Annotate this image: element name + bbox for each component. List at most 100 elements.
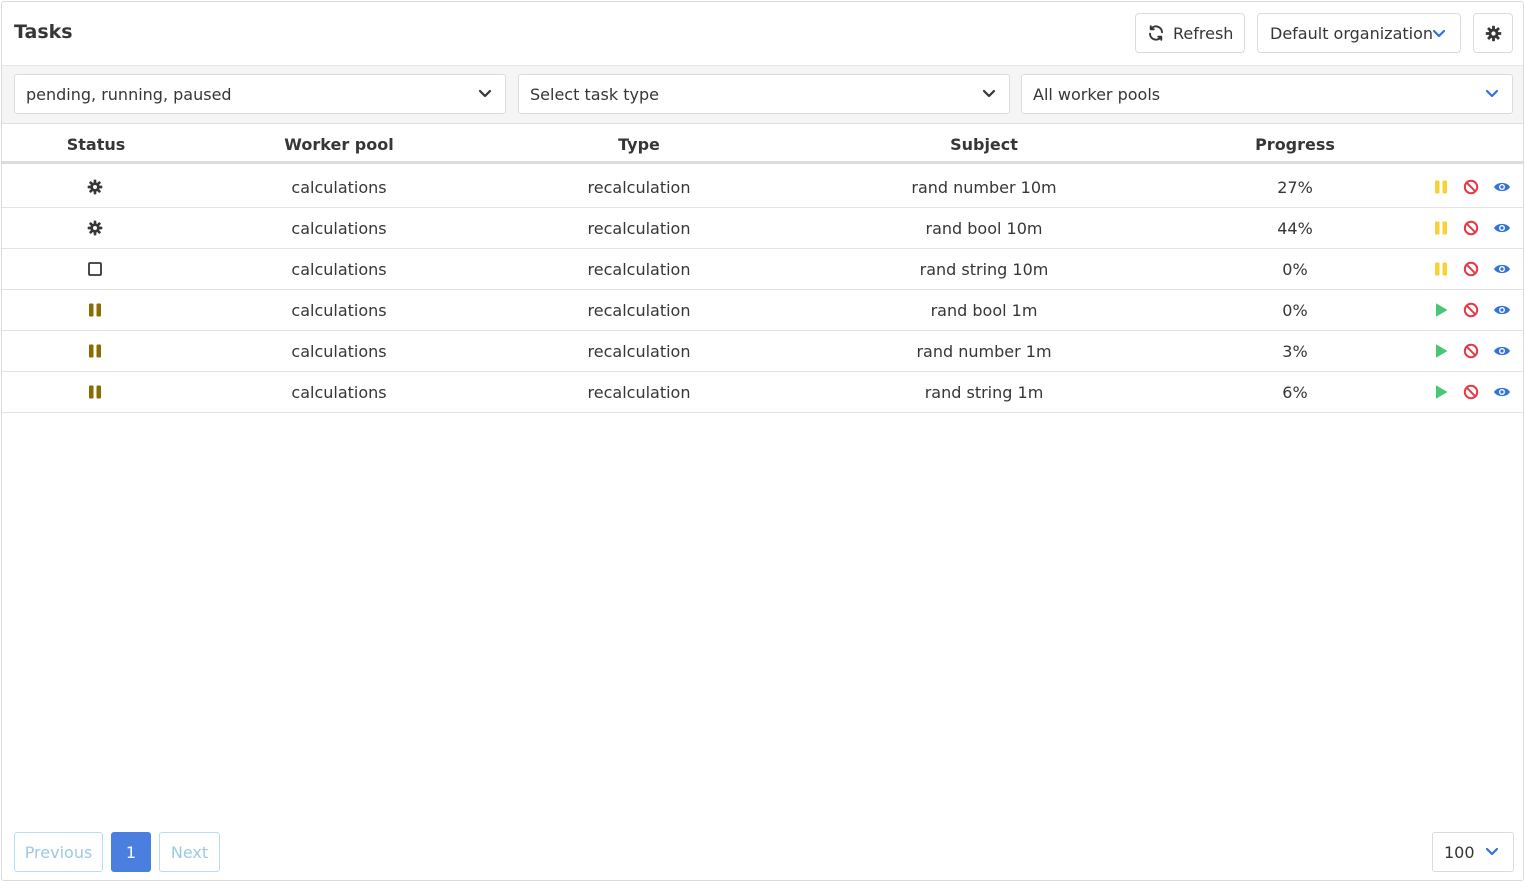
worker-pool-cell: calculations [291, 178, 387, 197]
next-page-label: Next [170, 842, 209, 862]
subject-cell: rand bool 1m [930, 301, 1038, 320]
cancel-button[interactable] [1463, 261, 1479, 277]
type-cell: recalculation [587, 219, 691, 238]
pause-button[interactable] [1433, 179, 1449, 195]
type-cell: recalculation [587, 178, 691, 197]
pause-icon [1435, 180, 1447, 194]
type-cell: recalculation [587, 342, 691, 361]
current-page-label: 1 [125, 842, 137, 862]
subject-cell: rand string 1m [924, 383, 1044, 402]
type-cell: recalculation [587, 301, 691, 320]
organization-label: Default organization [1270, 23, 1434, 43]
table-row: calculations recalculation rand string 1m 6… [2, 372, 1523, 413]
eye-icon [1494, 264, 1510, 274]
subject-cell: rand number 1m [916, 342, 1052, 361]
status-pause-icon [87, 343, 103, 359]
table-row: calculations recalculation rand string 10m… [2, 249, 1523, 290]
ban-icon [1463, 384, 1479, 400]
subject-cell: rand number 10m [911, 178, 1057, 197]
chevron-down-icon [1485, 847, 1499, 856]
previous-page-button[interactable]: Previous [14, 832, 103, 872]
chevron-down-icon [478, 89, 492, 98]
status-filter-value: pending, running, paused [26, 84, 232, 104]
pause-icon [1435, 262, 1447, 276]
per-page-value: 100 [1444, 842, 1475, 862]
play-icon [1436, 385, 1448, 399]
pause-button[interactable] [1433, 220, 1449, 236]
view-button[interactable] [1493, 384, 1510, 400]
column-header-type[interactable]: Type [618, 135, 660, 154]
table-row: calculations recalculation rand number 10m… [2, 167, 1523, 208]
worker-pool-select[interactable]: All worker pools [1021, 74, 1513, 114]
table-header: Status Worker pool Type Subject Progress [2, 124, 1523, 164]
filter-bar: pending, running, paused Select task typ… [2, 66, 1523, 124]
refresh-icon [1149, 25, 1163, 41]
column-header-status[interactable]: Status [67, 135, 126, 154]
progress-cell: 0% [1282, 260, 1308, 279]
tasks-panel: Tasks Refresh Default organization pendi… [1, 1, 1524, 881]
progress-cell: 27% [1277, 178, 1313, 197]
ban-icon [1463, 343, 1479, 359]
ban-icon [1463, 261, 1479, 277]
type-cell: recalculation [587, 260, 691, 279]
pause-icon [1435, 221, 1447, 235]
cancel-button[interactable] [1463, 220, 1479, 236]
page-title: Tasks [14, 21, 73, 43]
worker-pool-cell: calculations [291, 383, 387, 402]
status-filter-select[interactable]: pending, running, paused [14, 74, 506, 114]
cancel-button[interactable] [1463, 343, 1479, 359]
view-button[interactable] [1493, 261, 1510, 277]
panel-header: Tasks Refresh Default organization [2, 2, 1523, 66]
worker-pool-cell: calculations [291, 342, 387, 361]
play-icon [1436, 344, 1448, 358]
page-button-current[interactable]: 1 [111, 832, 151, 872]
progress-cell: 6% [1282, 383, 1308, 402]
worker-pool-cell: calculations [291, 301, 387, 320]
chevron-down-icon [1485, 89, 1499, 98]
pause-button[interactable] [1433, 261, 1449, 277]
worker-pool-cell: calculations [291, 260, 387, 279]
resume-button[interactable] [1433, 302, 1449, 318]
column-header-progress[interactable]: Progress [1255, 135, 1335, 154]
next-page-button[interactable]: Next [159, 832, 220, 872]
eye-icon [1494, 182, 1510, 192]
progress-cell: 3% [1282, 342, 1308, 361]
view-button[interactable] [1493, 220, 1510, 236]
per-page-select[interactable]: 100 [1432, 832, 1514, 872]
eye-icon [1494, 223, 1510, 233]
eye-icon [1494, 387, 1510, 397]
view-button[interactable] [1493, 302, 1510, 318]
view-button[interactable] [1493, 179, 1510, 195]
task-type-select[interactable]: Select task type [518, 74, 1010, 114]
eye-icon [1494, 346, 1510, 356]
view-button[interactable] [1493, 343, 1510, 359]
worker-pool-value: All worker pools [1033, 84, 1161, 104]
type-cell: recalculation [587, 383, 691, 402]
ban-icon [1463, 179, 1479, 195]
refresh-button-label: Refresh [1173, 23, 1234, 43]
status-gear-icon [87, 220, 103, 236]
progress-cell: 0% [1282, 301, 1308, 320]
column-header-worker-pool[interactable]: Worker pool [284, 135, 393, 154]
chevron-down-icon [982, 89, 996, 98]
subject-cell: rand bool 10m [925, 219, 1043, 238]
cancel-button[interactable] [1463, 384, 1479, 400]
resume-button[interactable] [1433, 384, 1449, 400]
ban-icon [1463, 220, 1479, 236]
table-row: calculations recalculation rand bool 10m 44… [2, 208, 1523, 249]
resume-button[interactable] [1433, 343, 1449, 359]
status-pause-icon [87, 384, 103, 400]
refresh-button[interactable]: Refresh [1135, 13, 1245, 53]
progress-cell: 44% [1277, 219, 1313, 238]
cancel-button[interactable] [1463, 302, 1479, 318]
subject-cell: rand string 10m [919, 260, 1049, 279]
task-type-placeholder: Select task type [530, 84, 659, 104]
cancel-button[interactable] [1463, 179, 1479, 195]
table-row: calculations recalculation rand number 1m 3… [2, 331, 1523, 372]
settings-button[interactable] [1473, 13, 1513, 53]
table-row: calculations recalculation rand bool 1m 0% [2, 290, 1523, 331]
organization-dropdown[interactable]: Default organization [1257, 13, 1461, 53]
status-gear-icon [87, 179, 103, 195]
column-header-subject[interactable]: Subject [950, 135, 1018, 154]
play-icon [1436, 303, 1448, 317]
